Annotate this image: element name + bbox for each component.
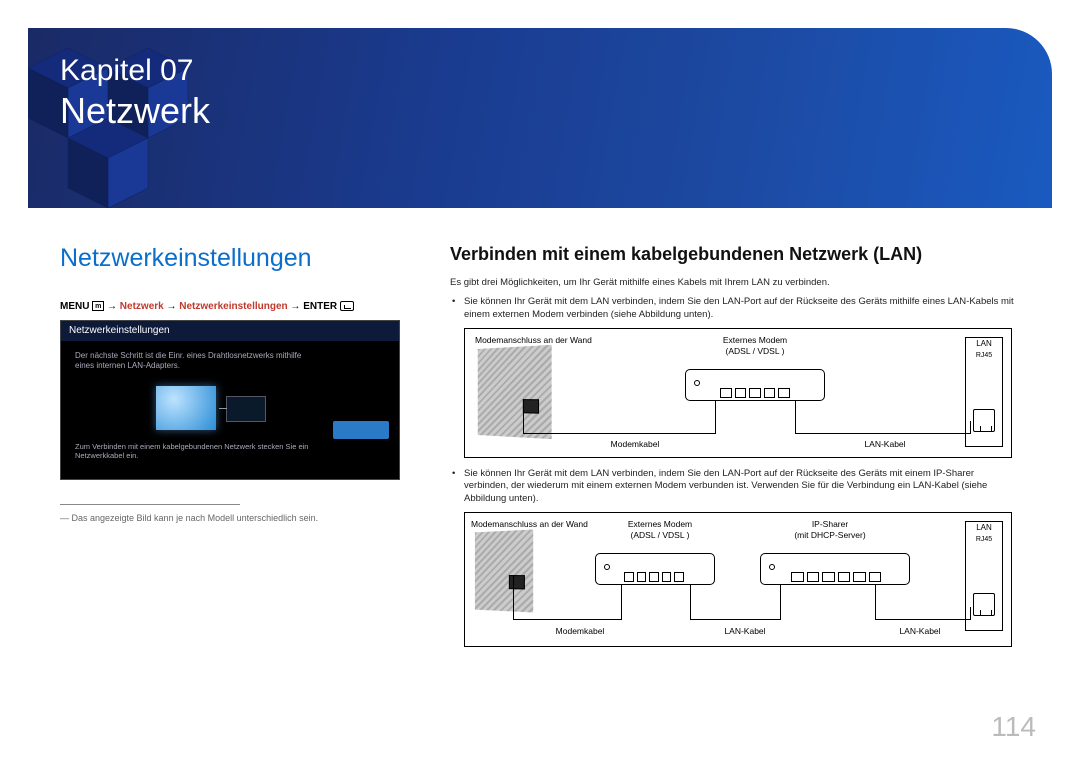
chapter-banner: Kapitel 07 Netzwerk	[28, 28, 1052, 208]
wall-icon	[478, 344, 552, 438]
label-modem-2: Externes Modem	[605, 519, 715, 529]
enter-label: ENTER	[303, 301, 337, 312]
sharer-icon	[760, 553, 910, 585]
menu-label: MENU	[60, 301, 89, 312]
screenshot-device-icon	[226, 396, 266, 422]
wall-port-icon-2	[509, 575, 525, 589]
label-wall-2: Modemanschluss an der Wand	[471, 519, 611, 529]
label-sharer-sub: (mit DHCP-Server)	[765, 530, 895, 540]
footnote: ― Das angezeigte Bild kann je nach Model…	[60, 513, 430, 523]
label-sharer: IP-Sharer	[765, 519, 895, 529]
modem-icon-2	[595, 553, 715, 585]
section-title-settings: Netzwerkeinstellungen	[60, 244, 430, 273]
label-lankabel: LAN-Kabel	[835, 439, 935, 449]
label-lan: LAN	[966, 338, 1002, 348]
label-lankabel-2a: LAN-Kabel	[700, 626, 790, 636]
label-modem-sub: (ADSL / VDSL )	[695, 346, 815, 356]
divider-line	[60, 504, 240, 505]
label-modem: Externes Modem	[695, 335, 815, 345]
label-wall: Modemanschluss an der Wand	[475, 335, 615, 345]
label-rj45-2: RJ45	[966, 536, 1002, 543]
chapter-label: Kapitel 07	[60, 54, 193, 88]
menu-icon: m	[92, 301, 104, 311]
menu-path: MENU m → Netzwerk → Netzwerkeinstellunge…	[60, 301, 430, 312]
bullet-2: Sie können Ihr Gerät mit dem LAN verbind…	[464, 468, 1020, 506]
screenshot-button	[333, 421, 389, 439]
section-title-lan: Verbinden mit einem kabelgebundenen Netz…	[450, 244, 1020, 265]
label-modemkabel-2: Modemkabel	[535, 626, 625, 636]
enter-icon	[340, 301, 354, 311]
diagram-modem-direct: Modemanschluss an der Wand Externes Mode…	[464, 328, 1012, 458]
right-column: Verbinden mit einem kabelgebundenen Netz…	[450, 244, 1020, 657]
settings-screenshot: Netzwerkeinstellungen Der nächste Schrit…	[60, 320, 400, 480]
screenshot-header: Netzwerkeinstellungen	[61, 321, 399, 341]
label-lan-2: LAN	[966, 522, 1002, 532]
chapter-title: Netzwerk	[60, 90, 210, 132]
left-column: Netzwerkeinstellungen MENU m → Netzwerk …	[60, 244, 430, 523]
path-netzwerkeinstellungen: Netzwerkeinstellungen	[179, 301, 287, 312]
modem-icon	[685, 369, 825, 401]
screenshot-graphic	[156, 386, 216, 430]
diagram-modem-sharer: Modemanschluss an der Wand Externes Mode…	[464, 512, 1012, 647]
screenshot-text-top: Der nächste Schritt ist die Einr. eines …	[75, 351, 319, 372]
wall-icon-2	[475, 530, 533, 613]
path-netzwerk: Netzwerk	[120, 301, 164, 312]
rj45-icon-2	[973, 593, 995, 616]
intro-text: Es gibt drei Möglichkeiten, um Ihr Gerät…	[450, 277, 1020, 288]
label-rj45: RJ45	[966, 352, 1002, 359]
page-number: 114	[991, 711, 1036, 743]
label-modem-sub-2: (ADSL / VDSL )	[605, 530, 715, 540]
rj45-icon	[973, 409, 995, 432]
wall-port-icon	[523, 399, 539, 414]
label-modemkabel: Modemkabel	[585, 439, 685, 449]
bullet-1: Sie können Ihr Gerät mit dem LAN verbind…	[464, 296, 1020, 322]
screenshot-text-bottom: Zum Verbinden mit einem kabelgebundenen …	[75, 442, 319, 462]
label-lankabel-2b: LAN-Kabel	[875, 626, 965, 636]
